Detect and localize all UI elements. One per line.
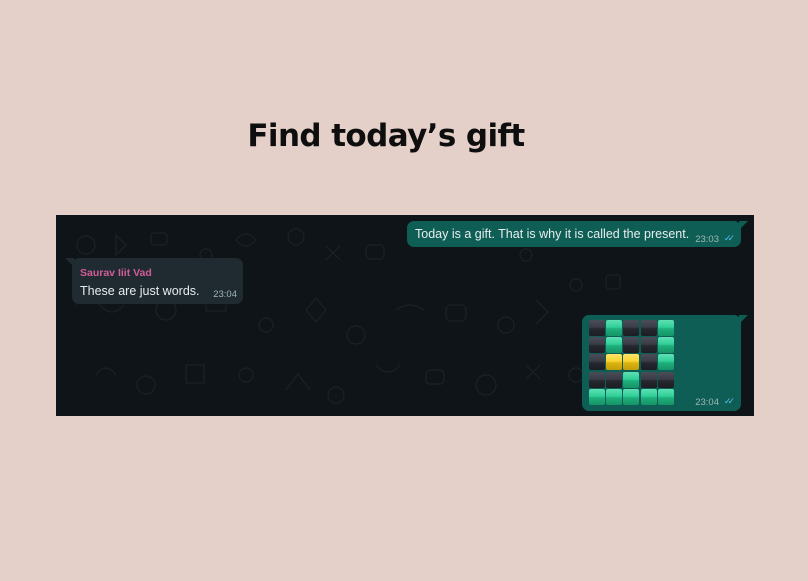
green-square-1-4	[657, 337, 674, 354]
green-square-0-4	[657, 320, 674, 336]
green-square-4-3	[640, 388, 657, 405]
outgoing-message-1[interactable]: Today is a gift. That is why it is calle…	[407, 221, 748, 247]
green-square-4-2	[623, 388, 640, 405]
message-time: 23:04	[213, 289, 237, 300]
dark-square-3-0	[589, 371, 605, 388]
dark-square-1-3	[640, 337, 657, 354]
bubble-tail	[739, 221, 748, 230]
message-time: 23:04	[695, 397, 719, 408]
yellow-square-2-2	[623, 354, 640, 371]
dark-square-3-4	[657, 371, 674, 388]
dark-square-1-2	[623, 337, 640, 354]
bubble-tail	[739, 315, 748, 324]
emoji-grid	[589, 320, 674, 405]
message-time: 23:03	[695, 234, 719, 245]
sender-name: Saurav Iiit Vad	[80, 267, 152, 279]
dark-square-1-0	[589, 337, 605, 354]
dark-square-3-3	[640, 371, 657, 388]
dark-square-0-3	[640, 320, 657, 336]
double-check-icon: ✓✓	[723, 233, 735, 243]
green-square-2-4	[657, 354, 674, 371]
green-square-1-1	[606, 337, 623, 354]
message-text: These are just words.	[80, 284, 200, 298]
green-square-4-0	[589, 388, 605, 405]
incoming-message[interactable]: Saurav Iiit Vad These are just words. 23…	[65, 258, 243, 304]
outgoing-message-2[interactable]: 23:04 ✓✓	[582, 315, 748, 411]
green-square-4-4	[657, 388, 674, 405]
green-square-3-2	[623, 371, 640, 388]
chat-window[interactable]: Today is a gift. That is why it is calle…	[56, 215, 754, 416]
bubble-tail	[65, 258, 74, 267]
green-square-4-1	[606, 388, 623, 405]
dark-square-0-2	[623, 320, 640, 336]
dark-square-3-1	[606, 371, 623, 388]
dark-square-0-0	[589, 320, 605, 336]
headline: Find today’s gift	[247, 118, 525, 154]
dark-square-2-0	[589, 354, 605, 371]
page: Find today’s gift Today is a gift. That …	[0, 0, 808, 581]
message-text: Today is a gift. That is why it is calle…	[415, 227, 690, 241]
dark-square-2-3	[640, 354, 657, 371]
green-square-0-1	[606, 320, 623, 336]
yellow-square-2-1	[606, 354, 623, 371]
double-check-icon: ✓✓	[723, 396, 735, 406]
